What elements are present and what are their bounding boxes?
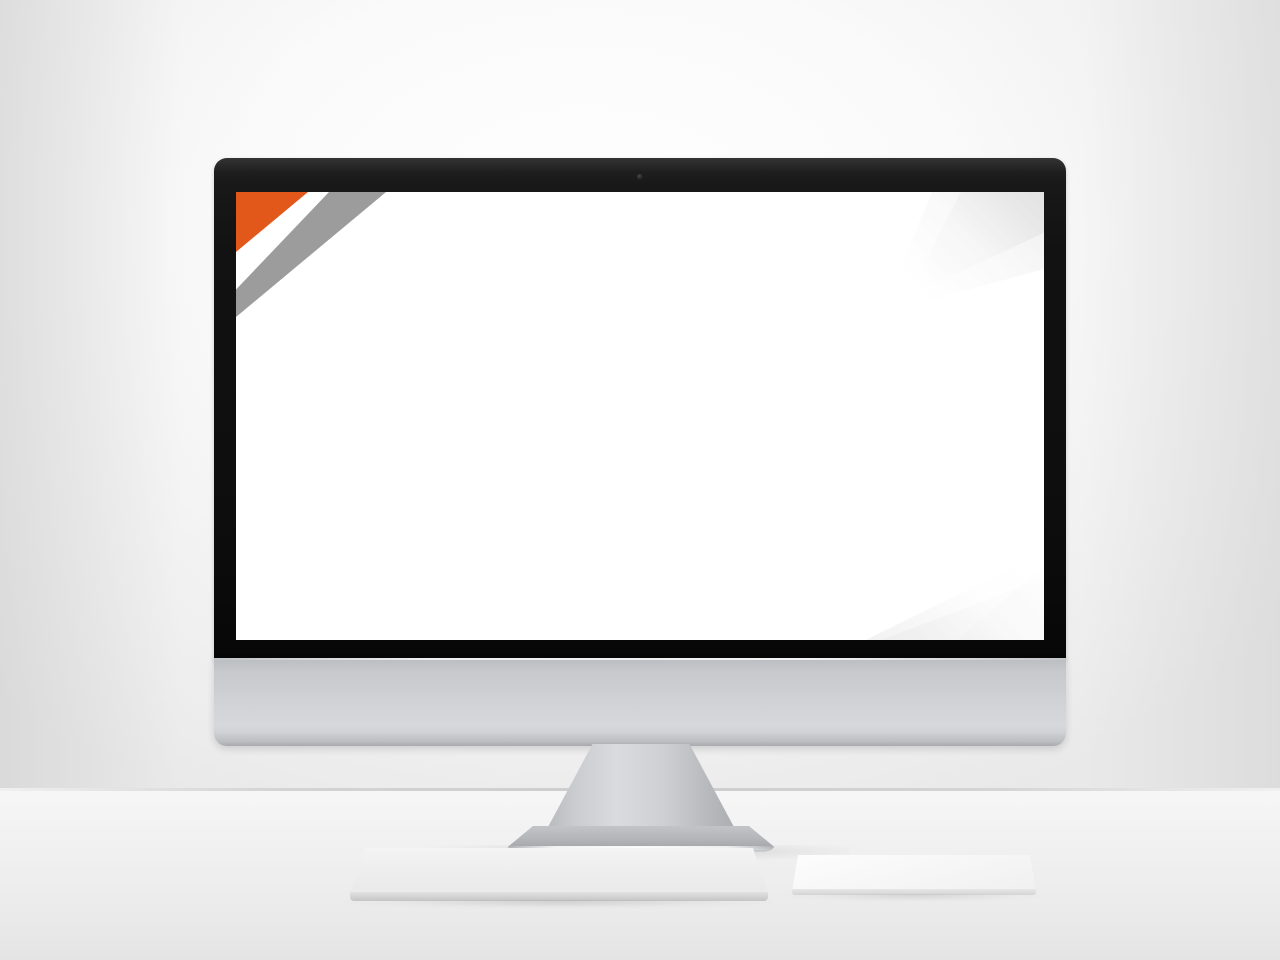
trackpad-surface <box>792 855 1036 891</box>
webcam-icon <box>637 174 643 180</box>
keyboard-surface <box>350 848 768 894</box>
bezel-gloss <box>214 158 1066 184</box>
corner-wisp-top-right-2 <box>907 192 1044 297</box>
pricing-card-list <box>298 392 990 567</box>
presentation-slide[interactable] <box>236 192 1044 640</box>
corner-wisp-top-right-1 <box>880 192 1044 314</box>
corner-stripe-light-gray <box>236 192 386 317</box>
chin-highlight <box>214 658 1066 660</box>
keyboard-shadow <box>344 900 774 909</box>
monitor-chin <box>214 658 1066 746</box>
trackpad[interactable] <box>788 855 1040 902</box>
keyboard[interactable] <box>350 848 768 904</box>
chin-shading <box>214 732 1066 746</box>
desk-scene <box>0 0 1280 960</box>
corner-stripe-gray <box>236 192 386 317</box>
trackpad-shadow <box>788 894 1040 902</box>
slide-header <box>236 214 1044 223</box>
